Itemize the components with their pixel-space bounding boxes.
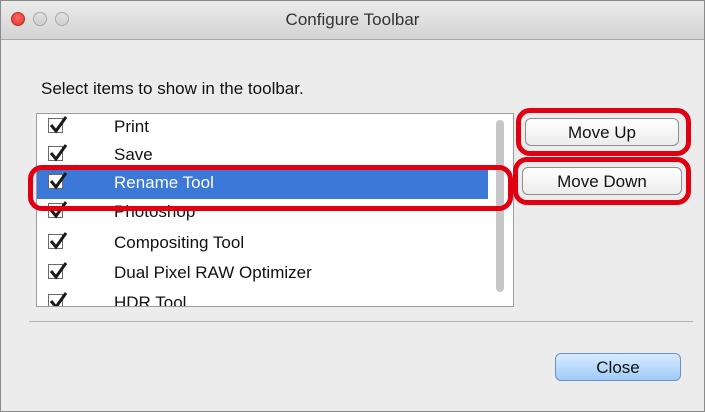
highlight-selected-row (28, 165, 513, 211)
close-button[interactable]: Close (555, 353, 681, 381)
list-item-label: Print (114, 117, 149, 136)
list-item-label: HDR Tool (114, 293, 187, 307)
checkbox-print[interactable] (48, 116, 68, 134)
divider (29, 321, 693, 322)
checkmark-icon (49, 116, 68, 134)
list-item-label: Dual Pixel RAW Optimizer (114, 263, 312, 282)
checkbox-save[interactable] (48, 144, 68, 162)
checkmark-icon (49, 262, 68, 280)
highlight-move-down (513, 157, 691, 205)
checkbox-dual-pixel-raw-optimizer[interactable] (48, 262, 68, 280)
list-item-print[interactable]: Print (37, 114, 488, 143)
list-item-compositing-tool[interactable]: Compositing Tool (37, 230, 488, 259)
list-item-hdr-tool[interactable]: HDR Tool (37, 290, 488, 307)
title-bar: Configure Toolbar (1, 1, 704, 40)
checkmark-icon (49, 292, 68, 306)
list-item-label: Save (114, 145, 153, 164)
list-item-label: Compositing Tool (114, 233, 245, 252)
checkbox-compositing-tool[interactable] (48, 232, 68, 250)
checkmark-icon (49, 144, 68, 162)
instruction-text: Select items to show in the toolbar. (41, 79, 304, 98)
highlight-move-up (516, 108, 691, 156)
window-title: Configure Toolbar (285, 10, 420, 29)
configure-toolbar-dialog: Configure Toolbar Select items to show i… (0, 0, 705, 412)
list-item-dual-pixel-raw-optimizer[interactable]: Dual Pixel RAW Optimizer (37, 260, 488, 289)
checkmark-icon (49, 232, 68, 250)
checkbox-hdr-tool[interactable] (48, 292, 68, 306)
